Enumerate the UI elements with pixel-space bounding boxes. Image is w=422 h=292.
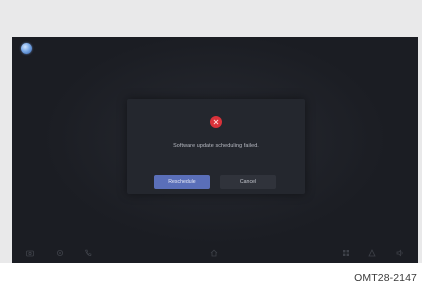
taskbar — [12, 245, 418, 263]
home-icon[interactable] — [210, 249, 218, 257]
cancel-button[interactable]: Cancel — [220, 175, 276, 189]
profile-avatar-icon[interactable] — [21, 43, 32, 54]
mic-icon[interactable] — [368, 249, 376, 257]
phone-icon[interactable] — [84, 249, 92, 257]
reschedule-button[interactable]: Reschedule — [154, 175, 210, 189]
volume-icon[interactable] — [396, 249, 404, 257]
figure-code-label: OMT28-2147 — [354, 272, 417, 284]
figure-frame: Software update scheduling failed. Resch… — [0, 0, 422, 292]
settings-icon[interactable] — [56, 249, 64, 257]
apps-icon[interactable] — [342, 249, 350, 257]
error-dialog: Software update scheduling failed. Resch… — [127, 99, 305, 194]
error-x-icon — [210, 116, 222, 128]
dialog-message: Software update scheduling failed. — [173, 143, 259, 149]
camera-icon[interactable] — [26, 249, 34, 257]
display-screen: Software update scheduling failed. Resch… — [12, 37, 418, 263]
